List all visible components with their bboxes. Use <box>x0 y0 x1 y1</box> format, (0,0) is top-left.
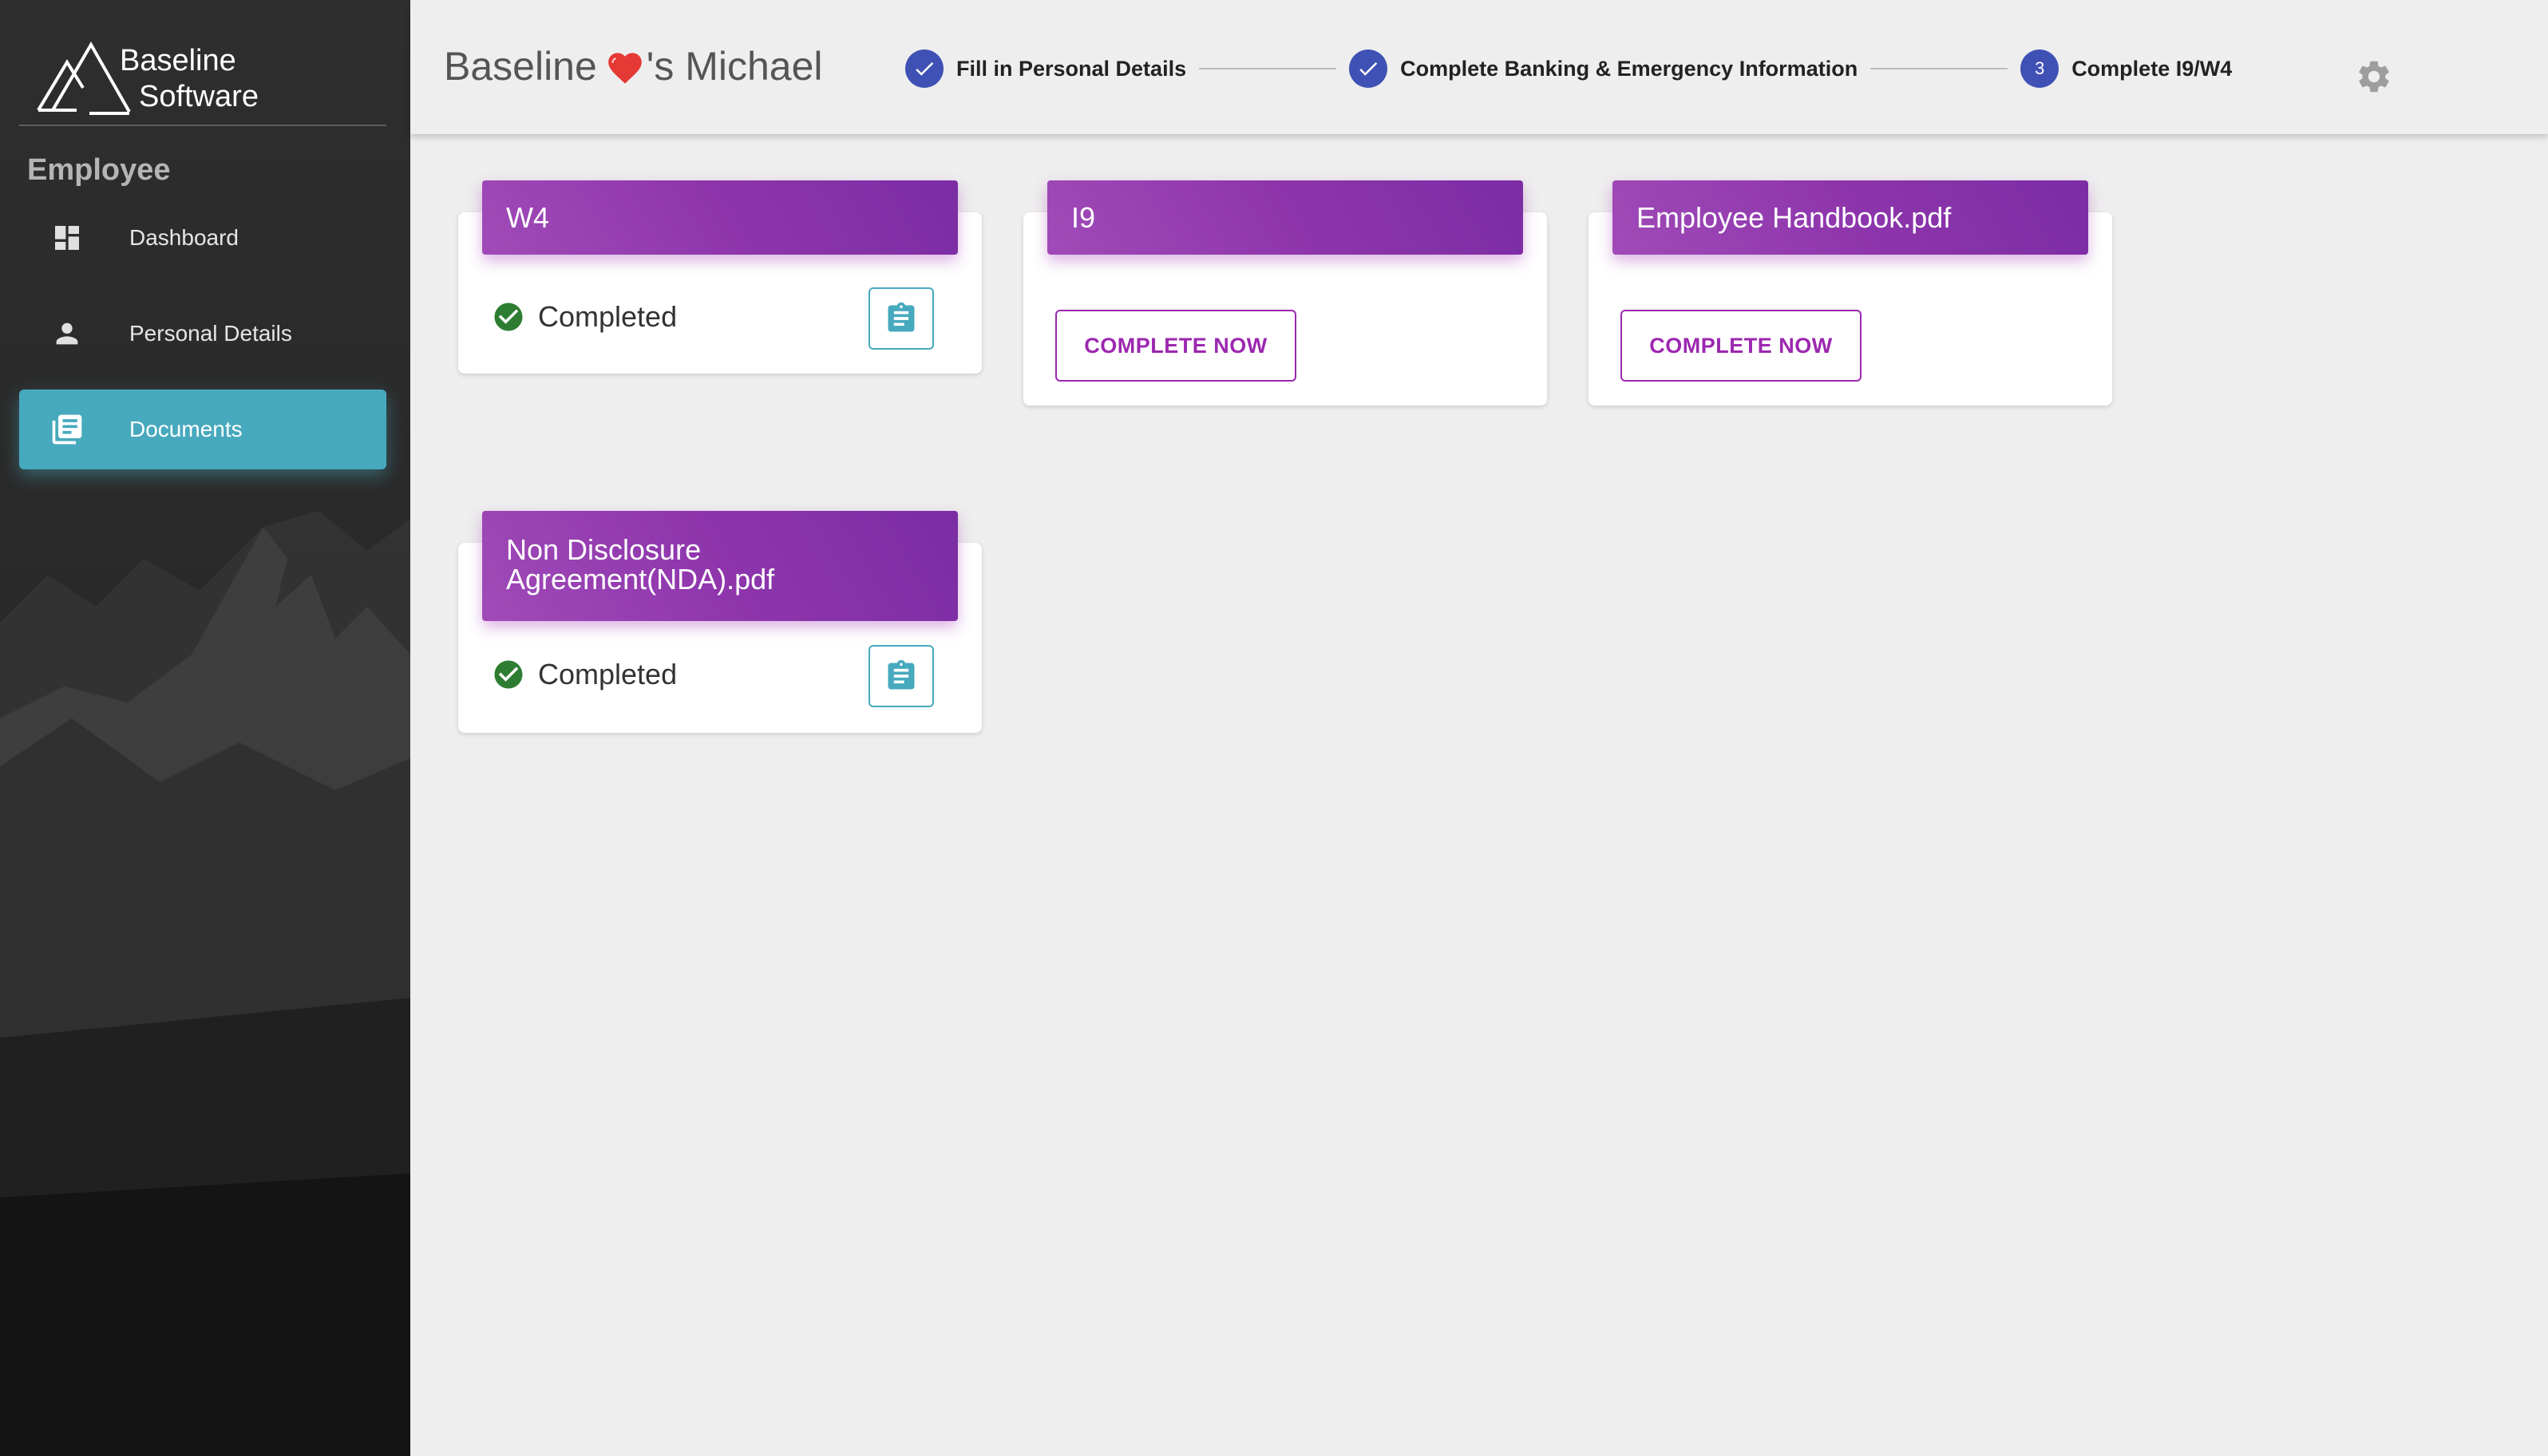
heart-icon <box>605 48 645 85</box>
top-header: Baseline 's Michael Fill in Personal Det… <box>410 0 2548 134</box>
onboarding-stepper: Fill in Personal Details Complete Bankin… <box>905 49 2232 88</box>
check-circle-icon <box>492 658 525 691</box>
step-personal-details[interactable]: Fill in Personal Details <box>905 49 1186 88</box>
page-title: Baseline 's Michael <box>444 43 823 89</box>
status-text: Completed <box>538 658 678 690</box>
card-title: I9 <box>1047 180 1523 255</box>
view-document-button[interactable] <box>868 287 934 350</box>
sidebar-divider <box>19 125 386 126</box>
complete-now-button[interactable]: COMPLETE NOW <box>1055 310 1296 382</box>
view-document-button[interactable] <box>868 645 934 707</box>
card-title: Non Disclosure Agreement(NDA).pdf <box>482 511 958 621</box>
step-label: Fill in Personal Details <box>956 56 1187 81</box>
step-complete-i9-w4[interactable]: 3 Complete I9/W4 <box>2020 49 2232 88</box>
document-card-w4: W4 Completed <box>458 180 982 374</box>
sidebar-item-personal-details[interactable]: Personal Details <box>19 294 386 374</box>
clipboard-icon <box>888 302 915 332</box>
step-connector <box>1870 68 2008 69</box>
check-icon <box>905 49 944 88</box>
document-card-i9: I9 COMPLETE NOW <box>1023 180 1547 406</box>
sidebar-section-title: Employee <box>27 153 171 187</box>
sidebar-item-label: Documents <box>129 417 243 441</box>
gear-icon[interactable] <box>2353 56 2395 97</box>
documents-icon <box>43 412 91 447</box>
logo-text: Baseline Software <box>120 43 259 115</box>
clipboard-icon <box>888 659 915 690</box>
check-circle-icon <box>492 300 525 334</box>
step-connector <box>1199 68 1337 69</box>
logo-line-2: Software <box>139 80 259 113</box>
person-icon <box>43 318 91 350</box>
status-completed: Completed <box>492 300 677 334</box>
status-completed: Completed <box>492 658 677 691</box>
app-logo[interactable]: Baseline Software <box>35 38 259 118</box>
sidebar-item-dashboard[interactable]: Dashboard <box>19 198 386 278</box>
card-title: W4 <box>482 180 958 255</box>
logo-line-1: Baseline <box>120 44 236 77</box>
step-label: Complete Banking & Emergency Information <box>1400 56 1858 81</box>
complete-now-button[interactable]: COMPLETE NOW <box>1620 310 1862 382</box>
card-title: Employee Handbook.pdf <box>1612 180 2088 255</box>
sidebar-item-label: Personal Details <box>129 321 292 346</box>
sidebar-item-documents[interactable]: Documents <box>19 390 386 469</box>
sidebar-item-label: Dashboard <box>129 225 239 250</box>
title-prefix: Baseline <box>444 44 597 89</box>
step-number: 3 <box>2020 49 2059 88</box>
document-card-nda: Non Disclosure Agreement(NDA).pdf Comple… <box>458 511 982 733</box>
check-icon <box>1349 49 1388 88</box>
sidebar: Baseline Software Employee Dashboard Per… <box>0 0 410 1456</box>
document-card-employee-handbook: Employee Handbook.pdf COMPLETE NOW <box>1589 180 2112 406</box>
step-banking-emergency[interactable]: Complete Banking & Emergency Information <box>1349 49 1858 88</box>
step-label: Complete I9/W4 <box>2071 56 2233 81</box>
title-suffix: 's Michael <box>646 44 823 89</box>
status-text: Completed <box>538 300 678 333</box>
dashboard-icon <box>43 222 91 254</box>
